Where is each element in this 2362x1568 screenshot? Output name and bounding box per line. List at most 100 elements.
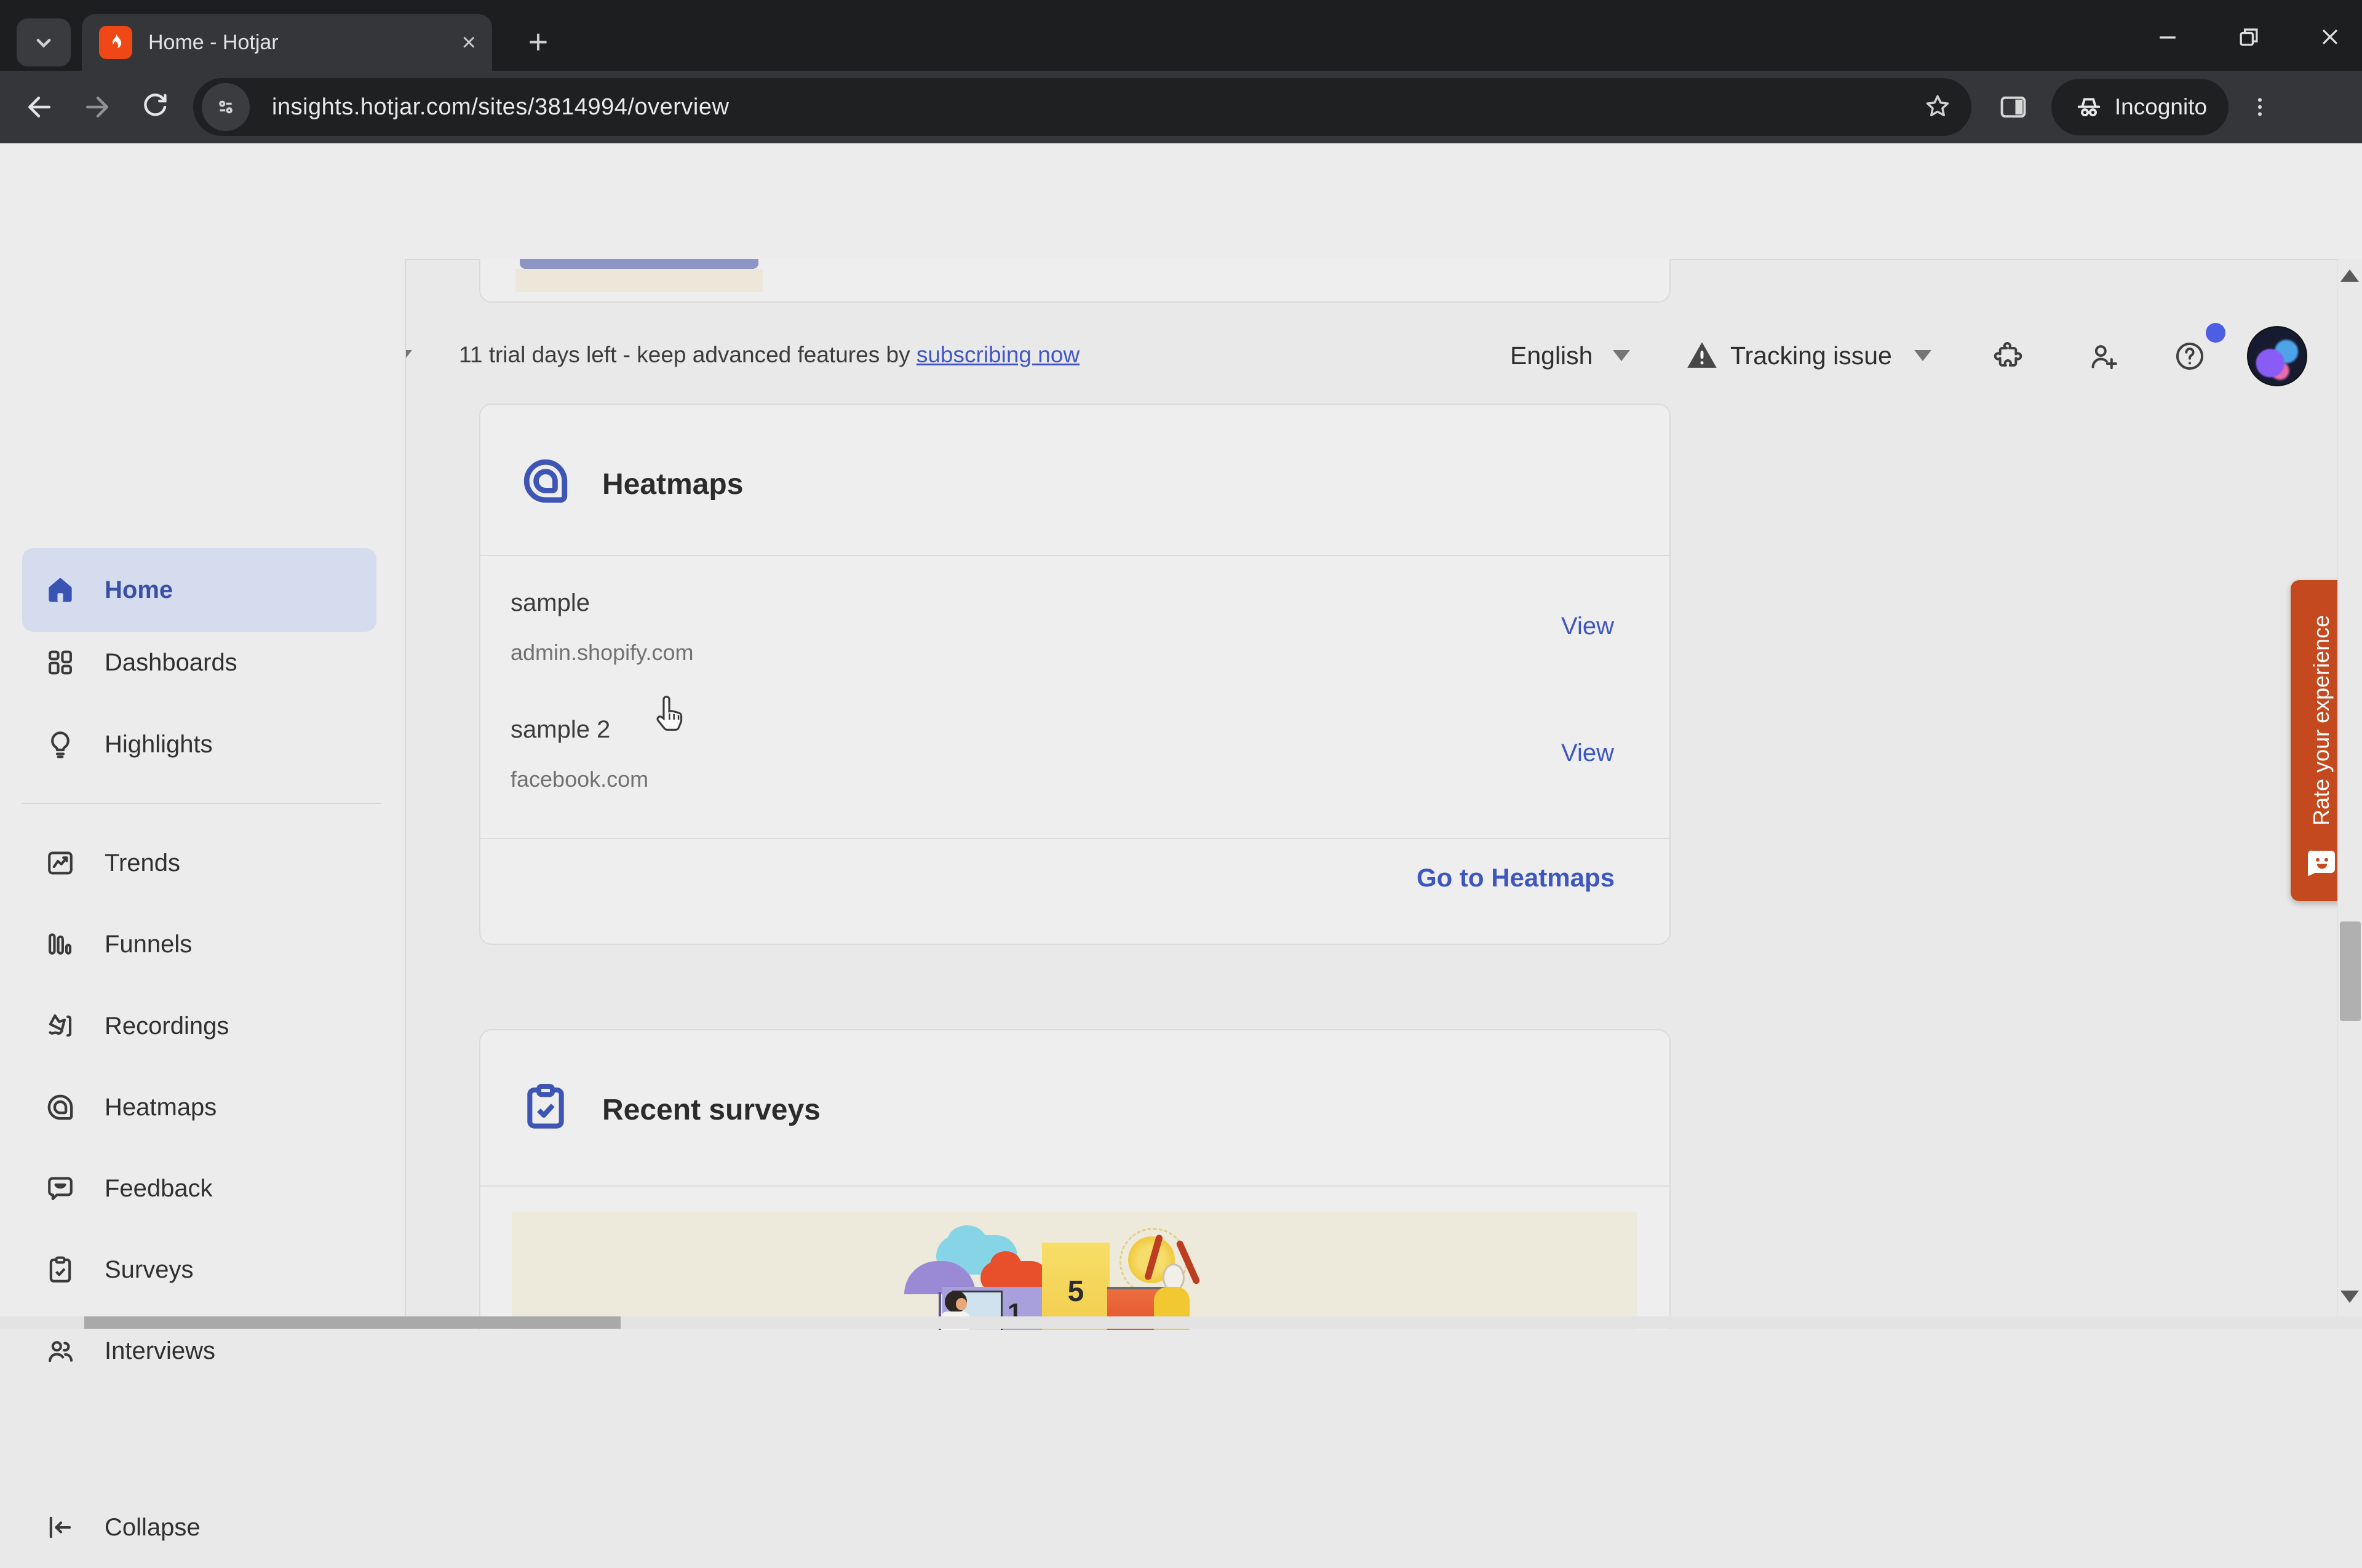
language-caret-icon[interactable] (1613, 350, 1630, 361)
invite-user-icon[interactable] (2086, 339, 2121, 373)
heatmaps-card-title: Heatmaps (602, 468, 744, 501)
surveys-illustration: 1 5 (512, 1212, 1637, 1330)
incognito-label: Incognito (2114, 94, 2208, 119)
lightbulb-icon (44, 728, 76, 760)
app-header: hotjar shopify 11 trial days left - keep… (0, 143, 2362, 389)
browser-tab[interactable]: Home - Hotjar × (82, 14, 492, 71)
tab-title: Home - Hotjar (148, 30, 279, 54)
side-panel-icon[interactable] (1997, 91, 2029, 123)
sidebar-collapse-button[interactable]: Collapse (0, 1487, 405, 1568)
browser-menu-icon[interactable] (2246, 91, 2274, 123)
sidebar-item-label: Home (105, 576, 173, 603)
sidebar-item-trends[interactable]: Trends (0, 822, 405, 904)
recent-surveys-card: Recent surveys 1 5 (479, 1029, 1671, 1330)
recordings-icon (44, 1010, 76, 1042)
vertical-scrollbar[interactable] (2337, 259, 2362, 1316)
heatmap-domain: admin.shopify.com (511, 640, 694, 665)
view-link[interactable]: View (1561, 613, 1614, 640)
mouse-cursor (653, 694, 690, 736)
sidebar-item-recordings[interactable]: Recordings (0, 985, 405, 1067)
cut-off-button-glow (515, 269, 763, 292)
subscribe-link[interactable]: subscribing now (917, 342, 1080, 367)
new-tab-button[interactable]: + (517, 22, 560, 65)
funnels-icon (44, 928, 76, 960)
vertical-scrollbar-thumb[interactable] (2340, 921, 2361, 1021)
sidebar-item-funnels[interactable]: Funnels (0, 904, 405, 985)
heatmap-domain: facebook.com (511, 766, 649, 792)
site-settings-icon[interactable] (202, 83, 250, 131)
notification-dot (2206, 323, 2225, 343)
card-divider (480, 1185, 1669, 1187)
podium-number: 5 (1067, 1275, 1084, 1308)
help-icon[interactable] (2173, 339, 2207, 373)
sidebar-item-label: Recordings (105, 1012, 229, 1040)
sidebar-item-highlights[interactable]: Highlights (0, 704, 405, 785)
sidebar-item-label: Funnels (105, 930, 193, 958)
sidebar: Home Dashboards Highlights Trends Funnel… (0, 259, 406, 1541)
language-selector[interactable]: English (1510, 341, 1593, 370)
scroll-down-arrow[interactable] (2340, 1291, 2359, 1303)
sidebar-item-home[interactable]: Home (0, 549, 405, 631)
tracking-issue-caret-icon[interactable] (1914, 350, 1931, 361)
forward-button[interactable] (79, 89, 116, 125)
sidebar-item-label: Interviews (105, 1337, 216, 1364)
smiley-bubble-icon (2305, 848, 2337, 878)
warning-icon (1684, 338, 1720, 373)
integrations-puzzle-icon[interactable] (1993, 339, 2027, 373)
trial-text: 11 trial days left - keep advanced featu… (459, 342, 910, 367)
sidebar-item-feedback[interactable]: Feedback (0, 1148, 405, 1229)
sidebar-item-label: Heatmaps (105, 1093, 217, 1121)
incognito-badge: Incognito (2051, 79, 2229, 135)
trends-icon (44, 847, 76, 879)
surveys-card-title: Recent surveys (602, 1094, 821, 1126)
interviews-icon (44, 1335, 76, 1367)
collapse-icon (44, 1511, 76, 1543)
surveys-card-icon (519, 1080, 573, 1134)
heatmaps-card: Heatmaps sample admin.shopify.com View s… (479, 404, 1671, 945)
sidebar-item-surveys[interactable]: Surveys (0, 1229, 405, 1310)
sidebar-item-dashboards[interactable]: Dashboards (0, 622, 405, 703)
home-icon (44, 574, 76, 606)
feedback-icon (44, 1172, 76, 1204)
bookmark-star-icon[interactable] (1922, 92, 1953, 122)
window-restore-button[interactable] (2235, 17, 2262, 57)
dashboards-icon (44, 647, 76, 679)
collapse-label: Collapse (105, 1513, 201, 1541)
incognito-icon (2073, 91, 2105, 123)
window-close-button[interactable] (2316, 17, 2344, 57)
trial-banner: 11 trial days left - keep advanced featu… (459, 342, 1080, 368)
tab-search-button[interactable] (17, 18, 71, 66)
tracking-issue-label[interactable]: Tracking issue (1730, 341, 1892, 370)
card-divider (480, 555, 1669, 556)
cut-off-button-bottom[interactable] (520, 259, 758, 269)
hotjar-favicon-icon (99, 26, 132, 59)
url-text[interactable]: insights.hotjar.com/sites/3814994/overvi… (272, 94, 729, 121)
heatmaps-icon (44, 1091, 76, 1123)
heatmap-name[interactable]: sample (511, 589, 590, 617)
person-face (956, 1298, 967, 1310)
sidebar-divider (22, 803, 381, 804)
sidebar-item-label: Highlights (105, 730, 213, 758)
sidebar-item-label: Surveys (105, 1256, 194, 1283)
sidebar-item-label: Trends (105, 849, 181, 877)
heatmap-name[interactable]: sample 2 (511, 716, 610, 744)
browser-tab-strip: Home - Hotjar × + (0, 0, 2362, 71)
window-minimize-button[interactable] (2154, 17, 2181, 57)
browser-toolbar: insights.hotjar.com/sites/3814994/overvi… (0, 71, 2362, 143)
tab-close-button[interactable]: × (462, 30, 476, 55)
view-link[interactable]: View (1561, 739, 1614, 767)
heatmaps-card-icon (519, 454, 573, 508)
reload-button[interactable] (137, 89, 173, 125)
url-bar[interactable]: insights.hotjar.com/sites/3814994/overvi… (193, 78, 1971, 136)
sidebar-item-label: Feedback (105, 1174, 213, 1202)
back-button[interactable] (21, 89, 58, 125)
scroll-up-arrow[interactable] (2340, 269, 2359, 282)
avatar[interactable] (2247, 326, 2307, 386)
surveys-icon (44, 1254, 76, 1286)
sidebar-item-label: Dashboards (105, 648, 237, 676)
horizontal-scrollbar-thumb[interactable] (84, 1316, 621, 1329)
go-to-heatmaps-link[interactable]: Go to Heatmaps (1417, 863, 1615, 893)
sidebar-item-heatmaps[interactable]: Heatmaps (0, 1067, 405, 1148)
card-divider (480, 838, 1669, 839)
chevron-down-icon (30, 29, 57, 56)
